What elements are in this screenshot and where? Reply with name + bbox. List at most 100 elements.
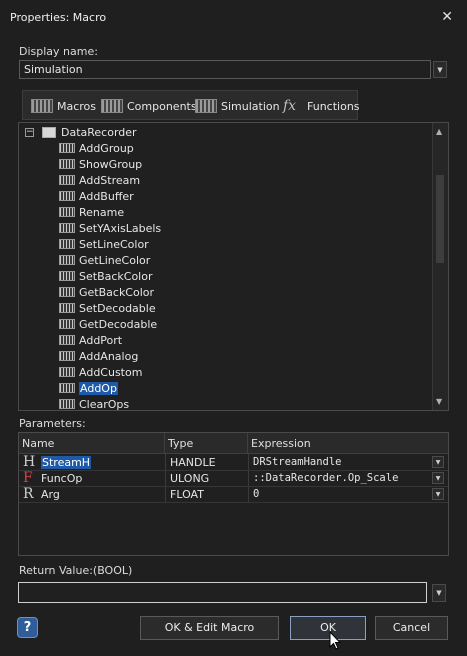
param-type: HANDLE xyxy=(170,456,216,469)
return-value-dropdown-button[interactable]: ▼ xyxy=(432,584,446,602)
table-row[interactable]: R Arg FLOAT 0 ▼ xyxy=(19,487,448,503)
param-name[interactable]: FuncOp xyxy=(41,472,82,485)
scroll-up-icon[interactable]: ▲ xyxy=(436,127,442,136)
tab-components-label: Components xyxy=(127,99,197,113)
macro-icon xyxy=(59,319,75,329)
chevron-down-icon[interactable]: ▼ xyxy=(432,488,444,500)
tree-item-label: SetYAxisLabels xyxy=(79,221,162,235)
macro-icon xyxy=(59,367,75,377)
tree-root-label: DataRecorder xyxy=(61,125,137,139)
folder-icon xyxy=(42,126,56,138)
tree-item[interactable]: AddOp xyxy=(59,380,118,396)
tree-item[interactable]: AddGroup xyxy=(59,140,134,156)
handle-param-icon: H xyxy=(23,454,36,470)
chevron-down-icon: ▼ xyxy=(436,589,442,597)
tree-item[interactable]: SetDecodable xyxy=(59,300,156,316)
tree-item-label: AddStream xyxy=(79,173,141,187)
tree-item[interactable]: GetDecodable xyxy=(59,316,157,332)
tab-macros-label: Macros xyxy=(57,99,97,113)
tree-item-label: SetLineColor xyxy=(79,237,149,251)
return-value-input[interactable] xyxy=(18,582,427,603)
tree-item[interactable]: ClearOps xyxy=(59,396,130,411)
macro-icon xyxy=(59,191,75,201)
macro-icon xyxy=(59,383,75,393)
tree-item[interactable]: ShowGroup xyxy=(59,156,142,172)
tab-functions[interactable]: fx Functions xyxy=(283,95,360,117)
tree-item[interactable]: Rename xyxy=(59,204,124,220)
macro-icon xyxy=(59,351,75,361)
table-row[interactable]: H StreamH HANDLE DRStreamHandle ▼ xyxy=(19,455,448,471)
param-type: ULONG xyxy=(170,472,210,485)
param-expression[interactable]: 0 xyxy=(253,488,259,500)
macro-icon xyxy=(59,223,75,233)
param-expression[interactable]: ::DataRecorder.Op_Scale xyxy=(253,472,398,484)
tree-item-label: GetLineColor xyxy=(79,253,151,267)
tree-item[interactable]: AddCustom xyxy=(59,364,142,380)
display-name-dropdown-button[interactable]: ▼ xyxy=(433,61,447,78)
param-name[interactable]: StreamH xyxy=(41,456,92,469)
function-param-icon: F xyxy=(23,470,33,486)
parameters-label: Parameters: xyxy=(19,417,86,430)
parameters-grid: Name Type Expression H StreamH HANDLE DR… xyxy=(18,432,449,556)
macro-icon xyxy=(31,99,53,113)
ok-button[interactable]: OK xyxy=(290,616,366,640)
tree-item[interactable]: AddAnalog xyxy=(59,348,138,364)
component-icon xyxy=(101,99,123,113)
macro-icon xyxy=(59,335,75,345)
tab-functions-label: Functions xyxy=(307,99,360,113)
tree-item[interactable]: SetLineColor xyxy=(59,236,149,252)
param-name[interactable]: Arg xyxy=(41,488,60,501)
fx-icon: fx xyxy=(283,98,297,114)
tab-simulation[interactable]: Simulation xyxy=(195,95,280,117)
column-header-name[interactable]: Name xyxy=(19,433,165,454)
scroll-down-icon[interactable]: ▼ xyxy=(436,397,442,406)
tab-bar: Macros Components Simulation fx Function… xyxy=(22,90,360,120)
ok-edit-macro-button[interactable]: OK & Edit Macro xyxy=(140,616,279,640)
macro-icon xyxy=(59,175,75,185)
close-icon[interactable]: ✕ xyxy=(441,9,453,25)
tree-item-label: AddAnalog xyxy=(79,349,139,363)
tree-item[interactable]: GetBackColor xyxy=(59,284,154,300)
tree-item[interactable]: AddPort xyxy=(59,332,122,348)
column-header-expression[interactable]: Expression xyxy=(248,433,448,454)
tree-item-label: ClearOps xyxy=(79,397,130,411)
scroll-thumb[interactable] xyxy=(436,175,444,263)
macro-icon xyxy=(59,271,75,281)
tree-item-label: AddBuffer xyxy=(79,189,134,203)
tree-item-label: AddPort xyxy=(79,333,123,347)
tree-item-label: AddGroup xyxy=(79,141,134,155)
tree-item-label: SetBackColor xyxy=(79,269,153,283)
help-button[interactable]: ? xyxy=(17,617,38,638)
tree-item-label: Rename xyxy=(79,205,125,219)
chevron-down-icon[interactable]: ▼ xyxy=(432,456,444,468)
simulation-icon xyxy=(195,99,217,113)
tab-components[interactable]: Components xyxy=(101,95,197,117)
tree-item[interactable]: GetLineColor xyxy=(59,252,150,268)
macro-icon xyxy=(59,207,75,217)
tree-item[interactable]: AddBuffer xyxy=(59,188,134,204)
tree-item[interactable]: AddStream xyxy=(59,172,140,188)
column-header-type[interactable]: Type xyxy=(165,433,248,454)
tree-root[interactable]: − DataRecorder xyxy=(25,124,137,140)
chevron-down-icon[interactable]: ▼ xyxy=(432,472,444,484)
tab-simulation-label: Simulation xyxy=(221,99,280,113)
tree-item-label: GetDecodable xyxy=(79,317,158,331)
tree-item[interactable]: SetBackColor xyxy=(59,268,153,284)
macro-icon xyxy=(59,303,75,313)
tree-item-label: AddOp xyxy=(79,381,118,395)
tree-item-label: AddCustom xyxy=(79,365,143,379)
tree-item-label: ShowGroup xyxy=(79,157,143,171)
macro-icon xyxy=(59,159,75,169)
param-expression[interactable]: DRStreamHandle xyxy=(253,456,342,468)
tab-macros[interactable]: Macros xyxy=(31,95,96,117)
display-name-input[interactable]: Simulation xyxy=(19,60,431,79)
cancel-button[interactable]: Cancel xyxy=(375,616,448,640)
macro-tree[interactable]: − DataRecorder AddGroup ShowGroup AddStrea… xyxy=(18,122,449,411)
table-row[interactable]: F FuncOp ULONG ::DataRecorder.Op_Scale ▼ xyxy=(19,471,448,487)
chevron-down-icon: ▼ xyxy=(437,66,443,74)
collapse-icon[interactable]: − xyxy=(25,127,34,137)
tree-scrollbar[interactable]: ▲ ▼ xyxy=(432,123,448,410)
macro-icon xyxy=(59,255,75,265)
window-title: Properties: Macro xyxy=(10,11,107,24)
tree-item[interactable]: SetYAxisLabels xyxy=(59,220,161,236)
